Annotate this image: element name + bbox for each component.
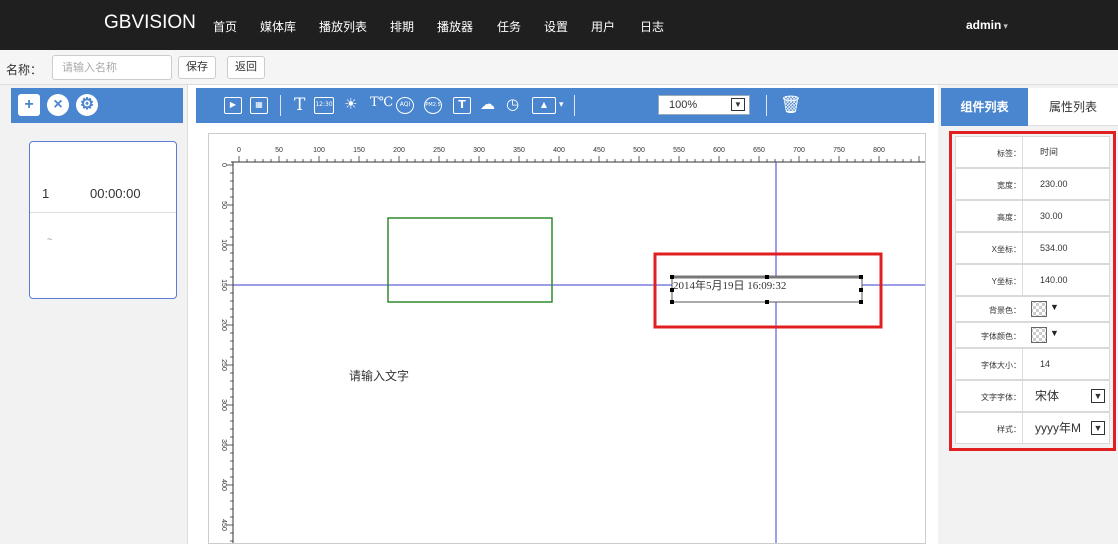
nav-users[interactable]: 用户 <box>591 18 615 35</box>
name-input[interactable] <box>52 55 172 80</box>
temperature-widget-icon[interactable]: T℃ <box>370 95 393 110</box>
ruler-y-label: 400 <box>220 479 227 491</box>
ruler-y-label: 50 <box>220 201 227 209</box>
ruler-x-label: 0 <box>237 147 241 154</box>
time-widget-text: 2014年5月19日 16:09:32 <box>673 278 786 292</box>
ruler-x-label: 350 <box>513 147 525 154</box>
ruler-x-label: 600 <box>713 147 725 154</box>
toolbar-divider <box>574 95 575 116</box>
page-item[interactable]: 1 00:00:00 ~ <box>29 141 177 299</box>
page-duration: 00:00:00 <box>90 186 141 201</box>
ruler-y-label: 100 <box>220 239 227 251</box>
aqi-widget-icon[interactable]: AQI <box>396 97 414 114</box>
name-bar: 名称： 保存 返回 <box>0 50 1118 85</box>
brand-logo[interactable]: GBVISION <box>104 12 196 34</box>
ruler-y-label: 250 <box>220 359 227 371</box>
ruler-x-label: 250 <box>433 147 445 154</box>
design-canvas[interactable]: 0 50 100 150 200 250 300 350 400 450 500 550 600 650 7… <box>208 133 926 544</box>
toolbar-divider <box>766 95 767 116</box>
ruler-x-label: 150 <box>353 147 365 154</box>
user-menu[interactable]: admin ▾ <box>966 18 1008 32</box>
resize-handle[interactable] <box>670 300 674 304</box>
resize-handle[interactable] <box>765 300 769 304</box>
resize-handle[interactable] <box>670 288 674 292</box>
canvas-svg: 0 50 100 150 200 250 300 350 400 450 500 550 600 650 7… <box>220 147 925 543</box>
toolbar-divider <box>280 95 281 116</box>
clock-widget-icon[interactable]: 12:30 <box>314 97 334 114</box>
resize-handle[interactable] <box>859 300 863 304</box>
top-navbar: GBVISION 首页 媒体库 播放列表 排期 播放器 任务 设置 用户 日志 … <box>0 0 1118 50</box>
resize-handle[interactable] <box>670 275 674 279</box>
nav-settings[interactable]: 设置 <box>544 18 568 35</box>
page-sub-label: ~ <box>47 234 53 244</box>
ruler-x-label: 750 <box>833 147 845 154</box>
delete-page-icon[interactable]: × <box>47 94 69 116</box>
ruler-y-label: 350 <box>220 439 227 451</box>
resize-handle[interactable] <box>859 275 863 279</box>
nav-task[interactable]: 任务 <box>497 18 521 35</box>
name-label: 名称： <box>6 63 43 77</box>
page-row: 1 00:00:00 <box>30 172 176 213</box>
ruler-x-label: 300 <box>473 147 485 154</box>
ruler-x-label: 450 <box>593 147 605 154</box>
trash-icon[interactable]: 🗑 <box>780 95 802 115</box>
user-name: admin <box>966 18 1002 32</box>
slideshow-widget-icon[interactable]: ▦ <box>250 97 268 114</box>
gear-icon[interactable]: ⚙ <box>76 94 98 116</box>
ruler-y-label: 150 <box>220 279 227 291</box>
page-number: 1 <box>42 186 50 201</box>
zoom-value: 100% <box>669 99 698 111</box>
text-widget-icon[interactable]: T <box>294 95 305 115</box>
back-button[interactable]: 返回 <box>227 56 265 79</box>
ruler-x-label: 500 <box>633 147 645 154</box>
ruler-x-label: 550 <box>673 147 685 154</box>
highlight-frame <box>949 131 1116 451</box>
tab-properties[interactable]: 属性列表 <box>1028 88 1118 126</box>
caret-down-icon: ▾ <box>1003 21 1008 31</box>
nav-schedule[interactable]: 排期 <box>390 18 414 35</box>
horizontal-ruler: 0 50 100 150 200 250 300 350 400 450 500 550 600 650 7… <box>231 147 925 163</box>
ruler-x-label: 400 <box>553 147 565 154</box>
ruler-x-label: 100 <box>313 147 325 154</box>
time-widget[interactable]: 2014年5月19日 16:09:32 <box>670 275 863 304</box>
widget-toolbar: ▶ ▦ T 12:30 ☀ T℃ AQI PM2.5 T ☁ ◷ ▲ ▾ 100… <box>196 88 934 123</box>
image-widget-icon[interactable]: ▲ <box>532 97 556 114</box>
tab-components[interactable]: 组件列表 <box>941 88 1028 126</box>
pm25-widget-icon[interactable]: PM2.5 <box>424 97 442 114</box>
chevron-down-icon[interactable]: ▾ <box>559 100 564 110</box>
nav-home[interactable]: 首页 <box>213 18 237 35</box>
text-widget[interactable]: 请输入文字 <box>349 368 409 383</box>
ruler-x-label: 650 <box>753 147 765 154</box>
ruler-y-label: 300 <box>220 399 227 411</box>
add-page-icon[interactable]: + <box>18 94 40 116</box>
resize-handle[interactable] <box>765 275 769 279</box>
resize-handle[interactable] <box>859 288 863 292</box>
ruler-x-label: 50 <box>275 147 283 154</box>
nav-playlist[interactable]: 播放列表 <box>319 18 367 35</box>
nav-media[interactable]: 媒体库 <box>260 18 296 35</box>
weather-widget-icon[interactable]: ☀ <box>344 95 357 113</box>
chevron-down-icon: ▼ <box>731 98 745 111</box>
rectangle-widget[interactable] <box>387 217 553 303</box>
save-button[interactable]: 保存 <box>178 56 216 79</box>
zoom-select[interactable]: 100% ▼ <box>658 95 750 115</box>
ruler-x-label: 700 <box>793 147 805 154</box>
vertical-ruler: 0 50 100 150 200 250 300 350 400 450 <box>220 162 234 543</box>
forecast-widget-icon[interactable]: ☁ <box>480 95 495 113</box>
page-toolbar: + × ⚙ <box>11 88 183 123</box>
analog-clock-icon[interactable]: ◷ <box>506 95 519 113</box>
nav-logs[interactable]: 日志 <box>640 18 664 35</box>
ruler-x-label: 200 <box>393 147 405 154</box>
rich-text-widget-icon[interactable]: T <box>453 97 471 114</box>
ruler-y-label: 0 <box>220 163 227 167</box>
video-widget-icon[interactable]: ▶ <box>224 97 242 114</box>
ruler-y-label: 200 <box>220 319 227 331</box>
ruler-y-label: 450 <box>220 519 227 531</box>
ruler-x-label: 800 <box>873 147 885 154</box>
nav-player[interactable]: 播放器 <box>437 18 473 35</box>
